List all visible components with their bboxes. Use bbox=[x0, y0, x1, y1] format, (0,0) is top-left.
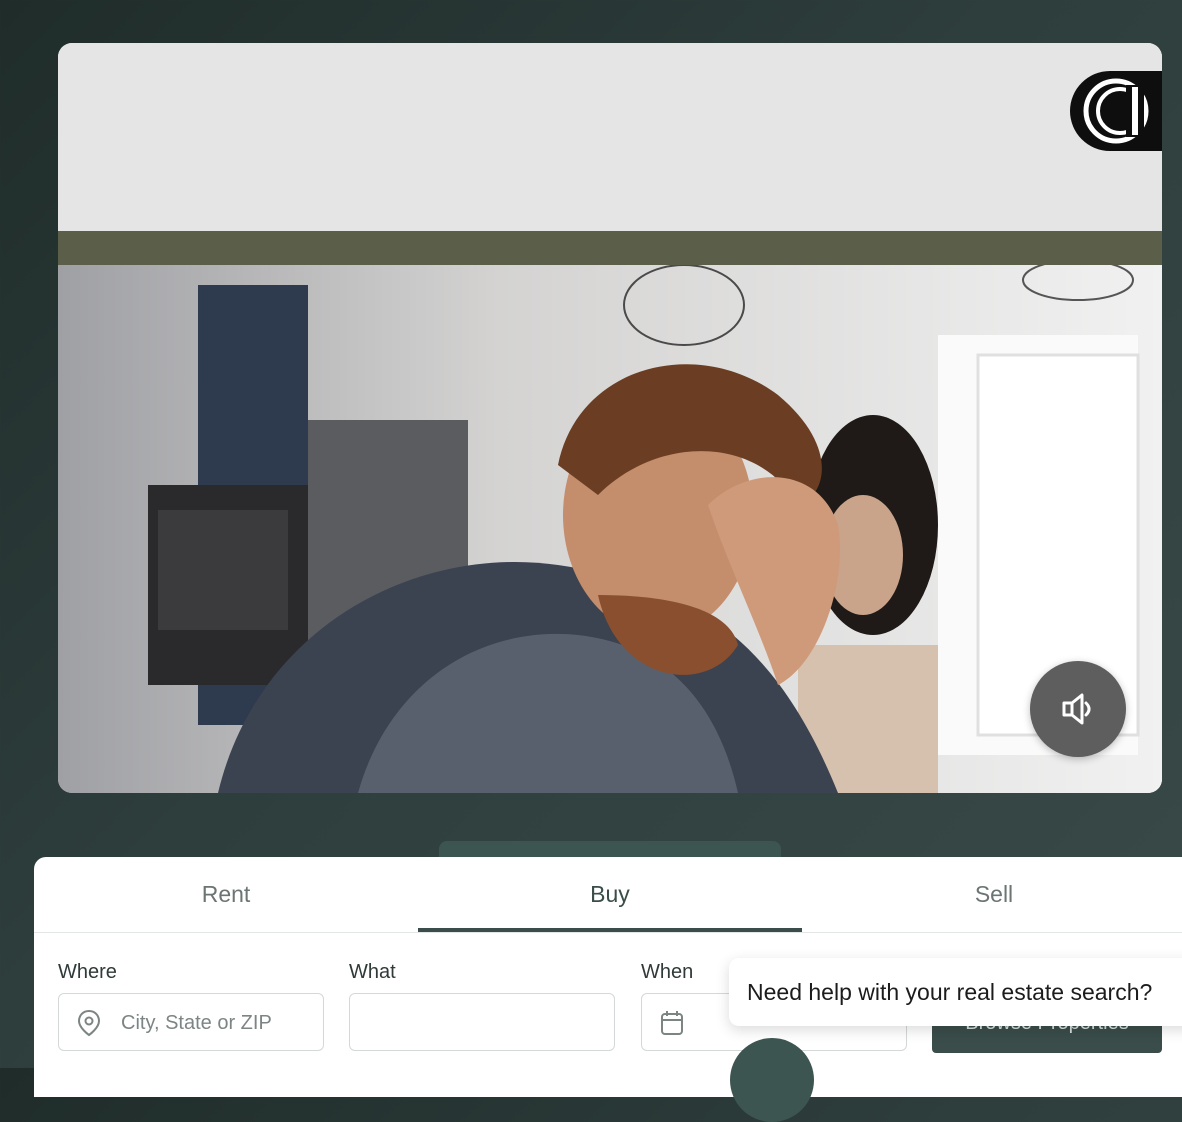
what-field[interactable] bbox=[349, 993, 615, 1052]
active-tab-indicator bbox=[418, 928, 802, 932]
calendar-icon bbox=[660, 1010, 684, 1041]
brand-logo-icon bbox=[1070, 71, 1162, 151]
hero-video bbox=[58, 43, 1162, 793]
search-tabs: Rent Buy Sell bbox=[34, 857, 1182, 933]
where-label: Where bbox=[58, 961, 117, 983]
where-field[interactable] bbox=[58, 993, 324, 1052]
chat-launcher-button[interactable] bbox=[730, 1038, 814, 1122]
help-prompt-text: Need help with your real estate search? bbox=[747, 978, 1153, 1005]
sound-toggle-button[interactable] bbox=[1030, 661, 1126, 757]
tab-rent[interactable]: Rent bbox=[34, 857, 418, 932]
video-frame bbox=[58, 265, 1162, 793]
help-prompt[interactable]: Need help with your real estate search? bbox=[729, 958, 1182, 1026]
speaker-muted-icon bbox=[1062, 693, 1091, 725]
where-input[interactable] bbox=[119, 994, 313, 1052]
video-color-band bbox=[58, 231, 1162, 265]
location-pin-icon bbox=[77, 1009, 101, 1042]
what-label: What bbox=[349, 961, 396, 983]
what-input[interactable] bbox=[364, 994, 604, 1052]
when-label: When bbox=[641, 961, 694, 983]
tab-buy[interactable]: Buy bbox=[418, 857, 802, 932]
tab-sell[interactable]: Sell bbox=[802, 857, 1182, 932]
video-top-area bbox=[58, 43, 1162, 231]
